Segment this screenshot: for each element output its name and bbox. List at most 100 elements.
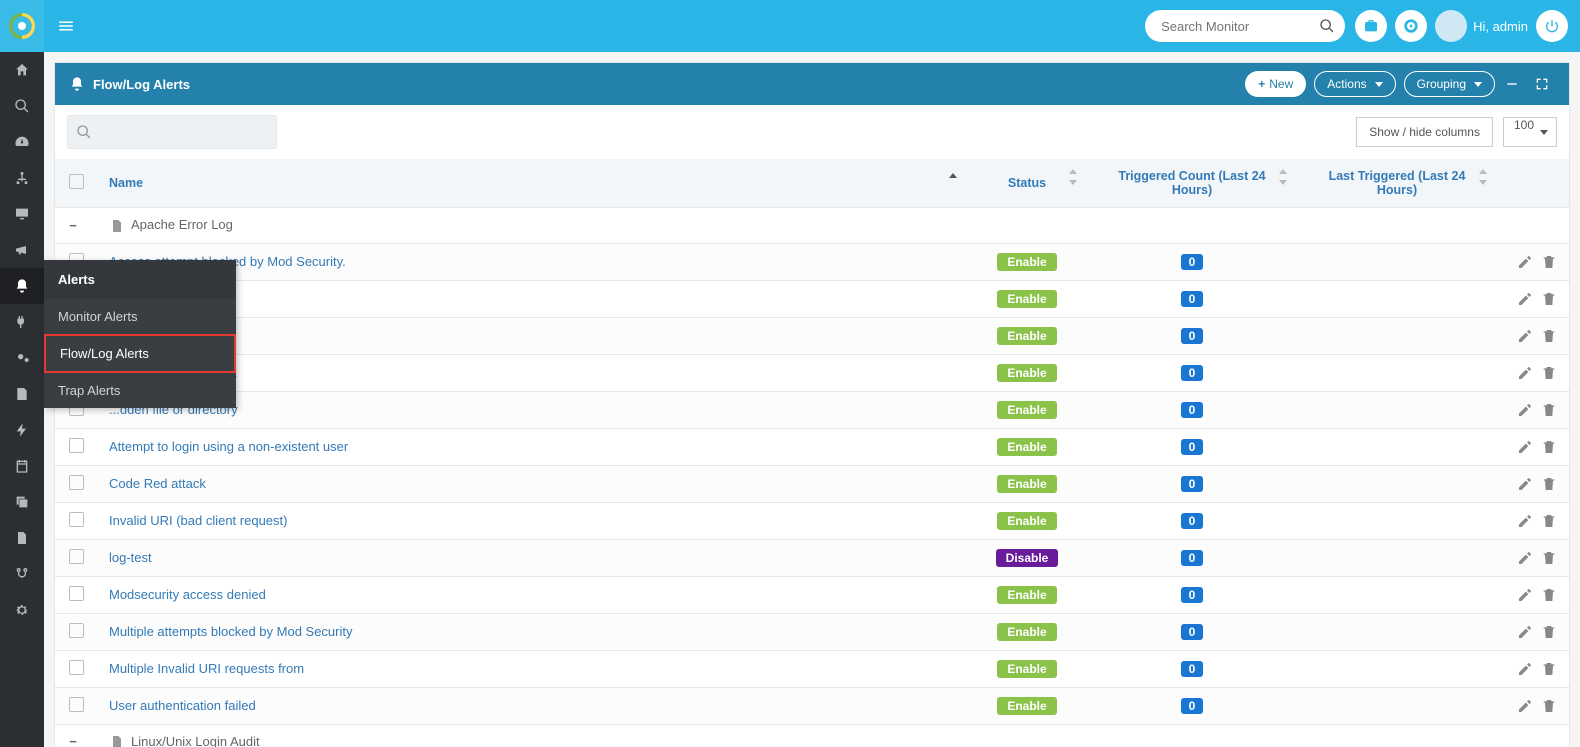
row-checkbox[interactable] bbox=[69, 549, 84, 564]
nav-monitors[interactable] bbox=[0, 196, 44, 232]
status-badge[interactable]: Enable bbox=[997, 253, 1056, 271]
status-badge[interactable]: Enable bbox=[997, 290, 1056, 308]
status-badge[interactable]: Enable bbox=[997, 660, 1056, 678]
edit-button[interactable] bbox=[1517, 290, 1533, 305]
col-status[interactable]: Status bbox=[967, 159, 1087, 208]
nav-flows[interactable] bbox=[0, 412, 44, 448]
actions-button[interactable]: Actions bbox=[1314, 71, 1395, 97]
edit-button[interactable] bbox=[1517, 475, 1533, 490]
logout-button[interactable] bbox=[1536, 10, 1568, 42]
nav-schedule[interactable] bbox=[0, 448, 44, 484]
nav-alerts[interactable] bbox=[0, 268, 44, 304]
nav-reports[interactable] bbox=[0, 376, 44, 412]
nav-search[interactable] bbox=[0, 88, 44, 124]
status-badge[interactable]: Disable bbox=[996, 549, 1059, 567]
status-badge[interactable]: Enable bbox=[997, 512, 1056, 530]
status-badge[interactable]: Enable bbox=[997, 697, 1056, 715]
menu-toggle[interactable] bbox=[44, 0, 88, 52]
nav-home[interactable] bbox=[0, 52, 44, 88]
grouping-button[interactable]: Grouping bbox=[1404, 71, 1495, 97]
delete-button[interactable] bbox=[1541, 364, 1557, 379]
row-checkbox[interactable] bbox=[69, 512, 84, 527]
alert-name[interactable]: Attempt to login using a non-existent us… bbox=[109, 439, 348, 454]
row-checkbox[interactable] bbox=[69, 660, 84, 675]
nav-admin[interactable] bbox=[0, 592, 44, 628]
delete-button[interactable] bbox=[1541, 660, 1557, 675]
page-size-select[interactable]: 100 bbox=[1503, 117, 1557, 147]
group-row[interactable]: −Linux/Unix Login Audit bbox=[55, 724, 1569, 747]
delete-button[interactable] bbox=[1541, 586, 1557, 601]
new-button[interactable]: + New bbox=[1245, 71, 1306, 97]
logo-icon bbox=[9, 13, 35, 39]
nav-integrations[interactable] bbox=[0, 304, 44, 340]
delete-button[interactable] bbox=[1541, 512, 1557, 527]
edit-button[interactable] bbox=[1517, 401, 1533, 416]
row-checkbox[interactable] bbox=[69, 586, 84, 601]
submenu-item-trap-alerts[interactable]: Trap Alerts bbox=[44, 373, 236, 408]
submenu-item-monitor-alerts[interactable]: Monitor Alerts bbox=[44, 299, 236, 334]
delete-button[interactable] bbox=[1541, 327, 1557, 342]
edit-button[interactable] bbox=[1517, 438, 1533, 453]
status-badge[interactable]: Enable bbox=[997, 623, 1056, 641]
alert-name[interactable]: Invalid URI (bad client request) bbox=[109, 513, 287, 528]
alert-name[interactable]: Modsecurity access denied bbox=[109, 587, 266, 602]
edit-button[interactable] bbox=[1517, 549, 1533, 564]
expand-panel-button[interactable] bbox=[1529, 71, 1555, 97]
delete-button[interactable] bbox=[1541, 438, 1557, 453]
row-checkbox[interactable] bbox=[69, 623, 84, 638]
row-checkbox[interactable] bbox=[69, 697, 84, 712]
status-badge[interactable]: Enable bbox=[997, 586, 1056, 604]
col-triggered[interactable]: Triggered Count (Last 24 Hours) bbox=[1087, 159, 1297, 208]
sitemap-icon bbox=[14, 170, 30, 186]
alert-name[interactable]: Code Red attack bbox=[109, 476, 206, 491]
nav-clone[interactable] bbox=[0, 484, 44, 520]
nav-dashboard[interactable] bbox=[0, 124, 44, 160]
search-input[interactable] bbox=[1145, 10, 1345, 42]
edit-button[interactable] bbox=[1517, 512, 1533, 527]
alert-name[interactable]: Multiple attempts blocked by Mod Securit… bbox=[109, 624, 353, 639]
show-hide-columns-button[interactable]: Show / hide columns bbox=[1356, 117, 1493, 147]
status-badge[interactable]: Enable bbox=[997, 401, 1056, 419]
nav-settings[interactable] bbox=[0, 340, 44, 376]
delete-button[interactable] bbox=[1541, 549, 1557, 564]
nav-docs[interactable] bbox=[0, 520, 44, 556]
edit-button[interactable] bbox=[1517, 697, 1533, 712]
delete-button[interactable] bbox=[1541, 253, 1557, 268]
nav-branches[interactable] bbox=[0, 556, 44, 592]
submenu-item-flow-log-alerts[interactable]: Flow/Log Alerts bbox=[44, 334, 236, 373]
select-all-checkbox[interactable] bbox=[69, 174, 84, 189]
col-name[interactable]: Name bbox=[97, 159, 967, 208]
delete-button[interactable] bbox=[1541, 475, 1557, 490]
nav-announcements[interactable] bbox=[0, 232, 44, 268]
edit-button[interactable] bbox=[1517, 253, 1533, 268]
avatar[interactable] bbox=[1435, 10, 1467, 42]
edit-button[interactable] bbox=[1517, 623, 1533, 638]
topbar-briefcase-button[interactable] bbox=[1355, 10, 1387, 42]
row-checkbox[interactable] bbox=[69, 475, 84, 490]
panel-header: Flow/Log Alerts + New Actions Grouping bbox=[55, 63, 1569, 105]
alert-name[interactable]: Multiple Invalid URI requests from bbox=[109, 661, 304, 676]
delete-button[interactable] bbox=[1541, 401, 1557, 416]
edit-button[interactable] bbox=[1517, 660, 1533, 675]
status-badge[interactable]: Enable bbox=[997, 327, 1056, 345]
filter-input[interactable] bbox=[67, 115, 277, 149]
edit-button[interactable] bbox=[1517, 586, 1533, 601]
nav-topology[interactable] bbox=[0, 160, 44, 196]
bolt-icon bbox=[14, 422, 30, 438]
alert-name[interactable]: User authentication failed bbox=[109, 698, 256, 713]
row-checkbox[interactable] bbox=[69, 438, 84, 453]
status-badge[interactable]: Enable bbox=[997, 364, 1056, 382]
status-badge[interactable]: Enable bbox=[997, 438, 1056, 456]
delete-button[interactable] bbox=[1541, 697, 1557, 712]
collapse-panel-button[interactable] bbox=[1499, 71, 1525, 97]
delete-button[interactable] bbox=[1541, 290, 1557, 305]
topbar-help-button[interactable] bbox=[1395, 10, 1427, 42]
col-last-triggered[interactable]: Last Triggered (Last 24 Hours) bbox=[1297, 159, 1497, 208]
search-icon[interactable] bbox=[1319, 17, 1335, 34]
edit-button[interactable] bbox=[1517, 364, 1533, 379]
group-row[interactable]: −Apache Error Log bbox=[55, 208, 1569, 244]
alert-name[interactable]: log-test bbox=[109, 550, 152, 565]
edit-button[interactable] bbox=[1517, 327, 1533, 342]
delete-button[interactable] bbox=[1541, 623, 1557, 638]
status-badge[interactable]: Enable bbox=[997, 475, 1056, 493]
